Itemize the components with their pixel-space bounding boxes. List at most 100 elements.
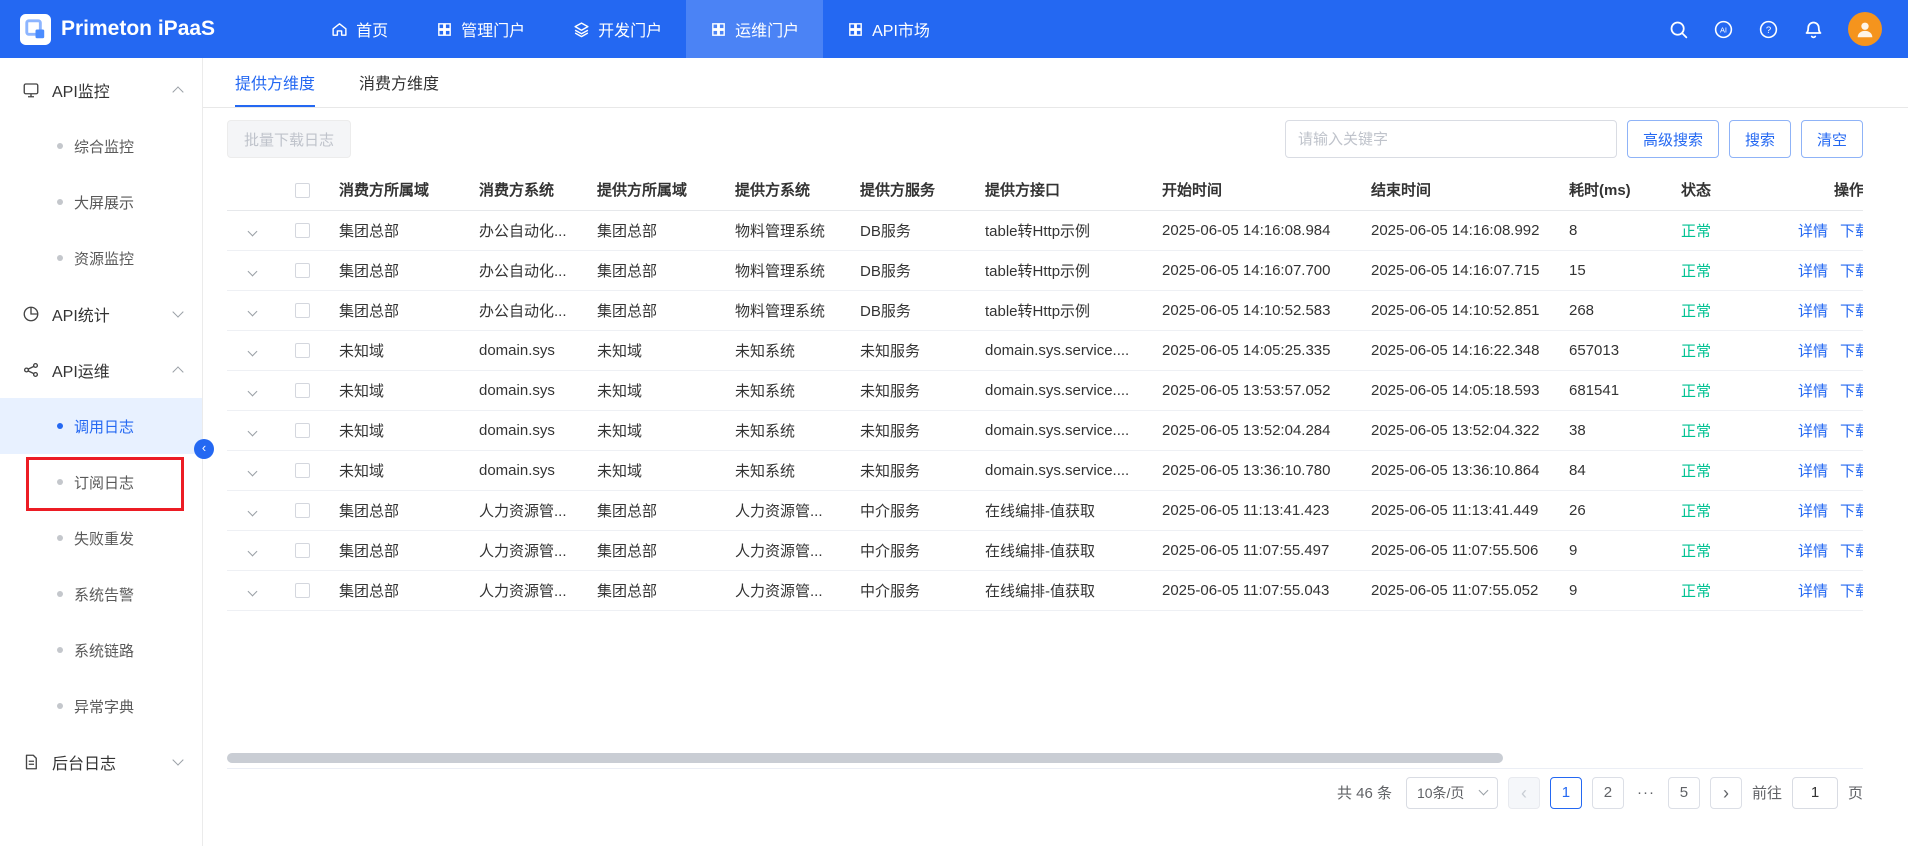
sidebar-item-exception-dict[interactable]: 异常字典 xyxy=(0,678,202,734)
sidebar-item-dashboard-display[interactable]: 大屏展示 xyxy=(0,174,202,230)
download-log-link[interactable]: 下载日志 xyxy=(1840,383,1863,400)
advanced-search-button[interactable]: 高级搜索 xyxy=(1627,120,1719,158)
next-page-button[interactable]: › xyxy=(1710,777,1742,809)
nav-item-ops-portal[interactable]: 运维门户 xyxy=(686,0,823,58)
select-cell xyxy=(277,250,327,290)
sidebar-group-api-ops[interactable]: API运维 xyxy=(0,342,202,398)
download-log-link[interactable]: 下载日志 xyxy=(1840,463,1863,480)
download-log-link[interactable]: 下载日志 xyxy=(1840,263,1863,280)
expand-chevron-icon[interactable] xyxy=(247,546,257,556)
download-log-link[interactable]: 下载日志 xyxy=(1840,583,1863,600)
sidebar-group-backend-log[interactable]: 后台日志 xyxy=(0,734,202,790)
clear-button[interactable]: 清空 xyxy=(1801,120,1863,158)
cell-consumer-system: domain.sys xyxy=(467,450,585,490)
expand-chevron-icon[interactable] xyxy=(247,226,257,236)
help-icon[interactable]: ? xyxy=(1758,19,1779,40)
nav-item-dev-portal[interactable]: 开发门户 xyxy=(549,0,686,58)
row-checkbox[interactable] xyxy=(295,503,310,518)
detail-link[interactable]: 详情 xyxy=(1798,223,1828,240)
download-log-link[interactable]: 下载日志 xyxy=(1840,223,1863,240)
download-log-link[interactable]: 下载日志 xyxy=(1840,543,1863,560)
nav-item-api-market[interactable]: API市场 xyxy=(823,0,954,58)
detail-link[interactable]: 详情 xyxy=(1798,263,1828,280)
cell-status: 正常 xyxy=(1669,490,1759,530)
user-avatar[interactable] xyxy=(1848,12,1882,46)
search-button[interactable]: 搜索 xyxy=(1729,120,1791,158)
sidebar-item-system-trace[interactable]: 系统链路 xyxy=(0,622,202,678)
table-row: 集团总部办公自动化...集团总部物料管理系统DB服务table转Http示例20… xyxy=(227,210,1863,250)
row-checkbox[interactable] xyxy=(295,423,310,438)
tab-consumer-dimension[interactable]: 消费方维度 xyxy=(359,58,439,107)
download-log-link[interactable]: 下载日志 xyxy=(1840,303,1863,320)
sidebar-collapse-icon[interactable]: ‹ xyxy=(194,439,214,459)
cell-provider-system: 物料管理系统 xyxy=(723,290,848,330)
row-checkbox[interactable] xyxy=(295,303,310,318)
row-checkbox[interactable] xyxy=(295,383,310,398)
detail-link[interactable]: 详情 xyxy=(1798,303,1828,320)
cell-consumer-system: 人力资源管... xyxy=(467,570,585,610)
download-log-link[interactable]: 下载日志 xyxy=(1840,343,1863,360)
pager-ellipsis[interactable]: ··· xyxy=(1634,784,1658,801)
sidebar-group-api-monitor[interactable]: API监控 xyxy=(0,62,202,118)
sidebar-item-subscribe-log[interactable]: 订阅日志 xyxy=(0,454,202,510)
detail-link[interactable]: 详情 xyxy=(1798,383,1828,400)
sidebar-item-invoke-log[interactable]: 调用日志 xyxy=(0,398,202,454)
bullet-icon xyxy=(57,647,63,653)
cell-provider-service: 未知服务 xyxy=(848,330,973,370)
page-button-2[interactable]: 2 xyxy=(1592,777,1624,809)
detail-link[interactable]: 详情 xyxy=(1798,343,1828,360)
column-header-provider-system: 提供方系统 xyxy=(723,170,848,210)
bullet-icon xyxy=(57,535,63,541)
layers-icon xyxy=(573,21,590,38)
expand-chevron-icon[interactable] xyxy=(247,586,257,596)
detail-link[interactable]: 详情 xyxy=(1798,583,1828,600)
expand-chevron-icon[interactable] xyxy=(247,306,257,316)
main-content: 提供方维度 消费方维度 批量下载日志 高级搜索 搜索 清空 xyxy=(203,58,1908,846)
download-log-link[interactable]: 下载日志 xyxy=(1840,503,1863,520)
tab-provider-dimension[interactable]: 提供方维度 xyxy=(235,58,315,107)
download-log-link[interactable]: 下载日志 xyxy=(1840,423,1863,440)
row-checkbox[interactable] xyxy=(295,543,310,558)
nav-item-admin-portal[interactable]: 管理门户 xyxy=(412,0,549,58)
page-size-select[interactable]: 10条/页 xyxy=(1406,777,1498,809)
sidebar-item-fail-retry[interactable]: 失败重发 xyxy=(0,510,202,566)
row-checkbox[interactable] xyxy=(295,263,310,278)
detail-link[interactable]: 详情 xyxy=(1798,503,1828,520)
sidebar-item-resource-monitor[interactable]: 资源监控 xyxy=(0,230,202,286)
row-checkbox[interactable] xyxy=(295,463,310,478)
detail-link[interactable]: 详情 xyxy=(1798,423,1828,440)
ai-assistant-icon[interactable]: AI xyxy=(1713,19,1734,40)
prev-page-button[interactable]: ‹ xyxy=(1508,777,1540,809)
sidebar-item-overview-monitor[interactable]: 综合监控 xyxy=(0,118,202,174)
chevron-up-icon xyxy=(172,366,183,377)
select-all-checkbox[interactable] xyxy=(295,183,310,198)
keyword-input[interactable] xyxy=(1285,120,1617,158)
nav-item-home[interactable]: 首页 xyxy=(307,0,412,58)
bullet-icon xyxy=(57,199,63,205)
sidebar-group-api-stats[interactable]: API统计 xyxy=(0,286,202,342)
cell-consumer-domain: 集团总部 xyxy=(327,290,467,330)
expand-chevron-icon[interactable] xyxy=(247,386,257,396)
cell-provider-domain: 集团总部 xyxy=(585,570,723,610)
row-checkbox[interactable] xyxy=(295,223,310,238)
sidebar-item-system-alert[interactable]: 系统告警 xyxy=(0,566,202,622)
expand-chevron-icon[interactable] xyxy=(247,266,257,276)
horizontal-scrollbar xyxy=(227,753,1863,763)
page-button-1[interactable]: 1 xyxy=(1550,777,1582,809)
page-button-5[interactable]: 5 xyxy=(1668,777,1700,809)
row-checkbox[interactable] xyxy=(295,583,310,598)
detail-link[interactable]: 详情 xyxy=(1798,543,1828,560)
row-checkbox[interactable] xyxy=(295,343,310,358)
batch-download-button[interactable]: 批量下载日志 xyxy=(227,120,351,158)
notification-bell-icon[interactable] xyxy=(1803,19,1824,40)
search-icon[interactable] xyxy=(1668,19,1689,40)
expand-chevron-icon[interactable] xyxy=(247,426,257,436)
expand-chevron-icon[interactable] xyxy=(247,506,257,516)
horizontal-scrollbar-thumb[interactable] xyxy=(227,753,1503,763)
goto-page-input[interactable] xyxy=(1792,777,1838,809)
detail-link[interactable]: 详情 xyxy=(1798,463,1828,480)
expand-chevron-icon[interactable] xyxy=(247,346,257,356)
cell-provider-system: 未知系统 xyxy=(723,450,848,490)
expand-chevron-icon[interactable] xyxy=(247,466,257,476)
topbar-actions: AI ? xyxy=(1668,12,1908,46)
